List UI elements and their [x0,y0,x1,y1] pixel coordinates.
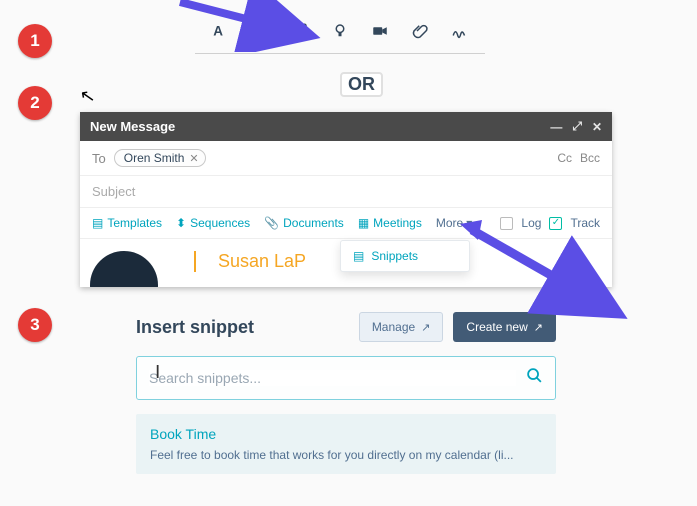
documents-icon: 📎 [264,216,279,230]
templates-label: Templates [107,216,162,230]
expand-icon[interactable]: ⤢ [572,119,582,134]
to-row: To Oren Smith ✕ Cc Bcc [80,141,612,176]
search-icon [526,367,543,389]
step-badge-2: 2 [18,86,52,120]
to-label: To [92,151,106,166]
documents-label: Documents [283,216,344,230]
video-icon[interactable] [371,22,389,45]
sequences-icon: ⬍ [176,216,186,230]
close-icon[interactable]: ✕ [592,120,602,134]
subject-input[interactable] [92,184,600,199]
search-snippets[interactable] [136,356,556,400]
signature-icon[interactable] [451,22,469,45]
log-checkbox[interactable] [500,217,513,230]
signature-name: Susan LaP [194,251,306,272]
templates-icon: ▤ [92,216,103,230]
personalization-token-icon[interactable] [251,22,269,45]
cursor-icon: ↖ [78,85,97,108]
compose-header: New Message — ⤢ ✕ [80,112,612,141]
snippet-result-title: Book Time [150,426,542,442]
remove-recipient-icon[interactable]: ✕ [189,152,198,165]
manage-label: Manage [372,320,415,334]
avatar [90,251,158,287]
recipient-chip[interactable]: Oren Smith ✕ [114,149,206,167]
snippet-result-body: Feel free to book time that works for yo… [150,448,542,462]
track-label: Track [570,216,600,230]
snippets-icon[interactable] [291,22,309,45]
text-cursor-icon: Ⅰ [155,362,160,383]
meetings-label: Meetings [373,216,422,230]
search-input[interactable] [149,370,516,386]
meetings-button[interactable]: ▦ Meetings [358,216,422,230]
external-link-icon: ↗ [421,321,430,334]
snippet-result[interactable]: Book Time Feel free to book time that wo… [136,414,556,474]
meetings-icon: ▦ [358,216,369,230]
create-new-label: Create new [466,320,527,334]
snippets-menu-icon: ▤ [353,249,364,263]
snippets-menu-label: Snippets [371,249,418,263]
bcc-button[interactable]: Bcc [580,151,600,165]
or-divider: OR [340,72,383,97]
templates-button[interactable]: ▤ Templates [92,216,162,230]
sequences-button[interactable]: ⬍ Sequences [176,216,250,230]
external-link-icon: ↗ [534,321,543,334]
chevron-down-icon: ▾ [466,216,472,230]
more-button[interactable]: More ▾ [436,216,472,230]
step-badge-3: 3 [18,308,52,342]
insert-snippet-panel: Insert snippet Manage ↗ Create new ↗ Boo… [136,312,556,474]
compose-toolbar: ▤ Templates ⬍ Sequences 📎 Documents ▦ Me… [80,208,612,239]
compose-title: New Message [90,119,175,134]
more-label: More [436,216,463,230]
log-label: Log [521,216,541,230]
step-badge-1: 1 [18,24,52,58]
svg-text:A: A [213,24,223,39]
manage-button[interactable]: Manage ↗ [359,312,444,342]
cc-button[interactable]: Cc [557,151,572,165]
recipient-name: Oren Smith [124,151,185,165]
insert-snippet-title: Insert snippet [136,317,349,338]
minimize-icon[interactable]: — [550,120,562,134]
attachment-icon[interactable] [411,22,429,45]
snippets-menu-item[interactable]: ▤ Snippets [353,249,457,263]
track-checkbox[interactable] [549,217,562,230]
documents-button[interactable]: 📎 Documents [264,216,344,230]
create-new-button[interactable]: Create new ↗ [453,312,556,342]
sequences-label: Sequences [190,216,250,230]
more-dropdown: ▤ Snippets [340,240,470,272]
subject-row [80,176,612,208]
compose-window: New Message — ⤢ ✕ To Oren Smith ✕ Cc Bcc… [80,112,612,287]
knowledge-icon[interactable] [331,22,349,45]
editor-icon-row: A [195,22,485,54]
font-size-icon[interactable]: A [211,22,229,45]
